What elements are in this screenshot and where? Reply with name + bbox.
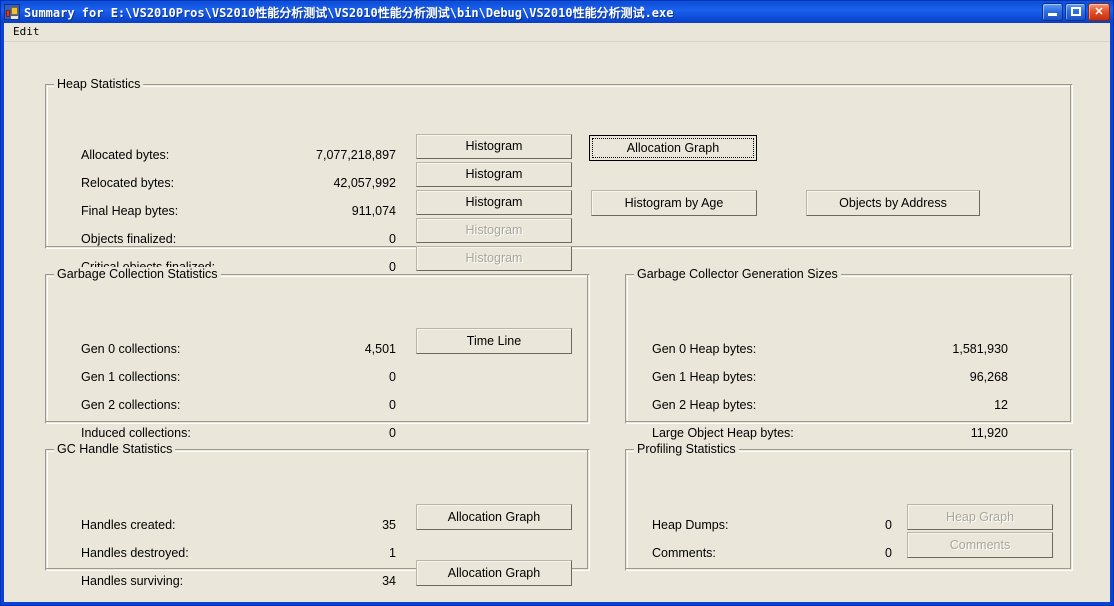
close-button[interactable]: ✕ xyxy=(1088,3,1110,21)
value-gen-2-heap-bytes: 12 xyxy=(994,398,1008,412)
value-handles-surviving: 34 xyxy=(382,574,396,588)
value-large-object-heap-bytes: 11,920 xyxy=(970,426,1008,440)
window-controls: ✕ xyxy=(1042,3,1110,21)
label-objects-finalized: Objects finalized: xyxy=(81,232,177,246)
button-comments[interactable]: Comments xyxy=(907,532,1053,558)
maximize-icon xyxy=(1071,7,1081,16)
value-gen-0-collections: 4,501 xyxy=(364,342,396,356)
label-heap-dumps: Heap Dumps: xyxy=(652,518,729,532)
label-allocated-bytes: Allocated bytes: xyxy=(81,148,170,162)
value-objects-finalized: 0 xyxy=(389,232,396,246)
button-histogram-final-heap[interactable]: Histogram xyxy=(416,190,572,215)
maximize-button[interactable] xyxy=(1065,3,1086,21)
menu-bar: Edit xyxy=(4,23,1110,42)
value-relocated-bytes: 42,057,992 xyxy=(333,176,396,190)
value-comments: 0 xyxy=(885,546,892,560)
group-title-garbage-collection-statistics: Garbage Collection Statistics xyxy=(54,267,221,281)
group-title-heap-statistics: Heap Statistics xyxy=(54,77,144,91)
label-relocated-bytes: Relocated bytes: xyxy=(81,176,175,190)
label-gen-1-collections: Gen 1 collections: xyxy=(81,370,181,384)
label-gen-2-collections: Gen 2 collections: xyxy=(81,398,181,412)
button-allocation-graph-handles-created[interactable]: Allocation Graph xyxy=(416,504,572,530)
label-handles-surviving: Handles surviving: xyxy=(81,574,184,588)
button-heap-graph[interactable]: Heap Graph xyxy=(907,504,1053,530)
button-allocation-graph-handles-surviving[interactable]: Allocation Graph xyxy=(416,560,572,586)
button-allocation-graph-heap[interactable]: Allocation Graph xyxy=(589,135,757,161)
minimize-icon xyxy=(1048,13,1057,16)
value-gen-0-heap-bytes: 1,581,930 xyxy=(952,342,1008,356)
button-histogram-objects-finalized[interactable]: Histogram xyxy=(416,218,572,243)
client-area: Heap Statistics Allocated bytes: Relocat… xyxy=(4,42,1110,602)
value-handles-created: 35 xyxy=(382,518,396,532)
application-window: Summary for E:\VS2010Pros\VS2010性能分析测试\V… xyxy=(0,0,1114,606)
group-title-gc-handle-statistics: GC Handle Statistics xyxy=(54,442,176,456)
value-handles-destroyed: 1 xyxy=(389,546,396,560)
minimize-button[interactable] xyxy=(1042,3,1063,21)
button-histogram-relocated[interactable]: Histogram xyxy=(416,162,572,187)
label-comments: Comments: xyxy=(652,546,716,560)
group-title-profiling-statistics: Profiling Statistics xyxy=(634,442,739,456)
window-title: Summary for E:\VS2010Pros\VS2010性能分析测试\V… xyxy=(24,5,674,20)
label-handles-created: Handles created: xyxy=(81,518,176,532)
label-final-heap-bytes: Final Heap bytes: xyxy=(81,204,179,218)
value-critical-objects-finalized: 0 xyxy=(389,260,396,274)
label-large-object-heap-bytes: Large Object Heap bytes: xyxy=(652,426,794,440)
button-objects-by-address[interactable]: Objects by Address xyxy=(806,190,980,216)
value-induced-collections: 0 xyxy=(389,426,396,440)
label-handles-destroyed: Handles destroyed: xyxy=(81,546,189,560)
button-label: Allocation Graph xyxy=(626,140,720,155)
label-gen-0-heap-bytes: Gen 0 Heap bytes: xyxy=(652,342,757,356)
value-gen-1-collections: 0 xyxy=(389,370,396,384)
value-heap-dumps: 0 xyxy=(885,518,892,532)
app-icon xyxy=(4,4,20,20)
value-gen-1-heap-bytes: 96,268 xyxy=(969,370,1008,384)
button-histogram-allocated[interactable]: Histogram xyxy=(416,134,572,159)
close-icon: ✕ xyxy=(1094,6,1104,18)
menu-item-edit[interactable]: Edit xyxy=(8,24,45,40)
value-final-heap-bytes: 911,074 xyxy=(351,204,396,218)
title-bar[interactable]: Summary for E:\VS2010Pros\VS2010性能分析测试\V… xyxy=(1,1,1113,23)
value-gen-2-collections: 0 xyxy=(389,398,396,412)
label-gen-1-heap-bytes: Gen 1 Heap bytes: xyxy=(652,370,757,384)
button-time-line[interactable]: Time Line xyxy=(416,328,572,354)
group-title-generation-sizes: Garbage Collector Generation Sizes xyxy=(634,267,841,281)
label-gen-2-heap-bytes: Gen 2 Heap bytes: xyxy=(652,398,757,412)
button-histogram-critical-objects-finalized[interactable]: Histogram xyxy=(416,246,572,271)
button-histogram-by-age[interactable]: Histogram by Age xyxy=(591,190,757,216)
label-induced-collections: Induced collections: xyxy=(81,426,191,440)
label-gen-0-collections: Gen 0 collections: xyxy=(81,342,181,356)
value-allocated-bytes: 7,077,218,897 xyxy=(316,148,396,162)
